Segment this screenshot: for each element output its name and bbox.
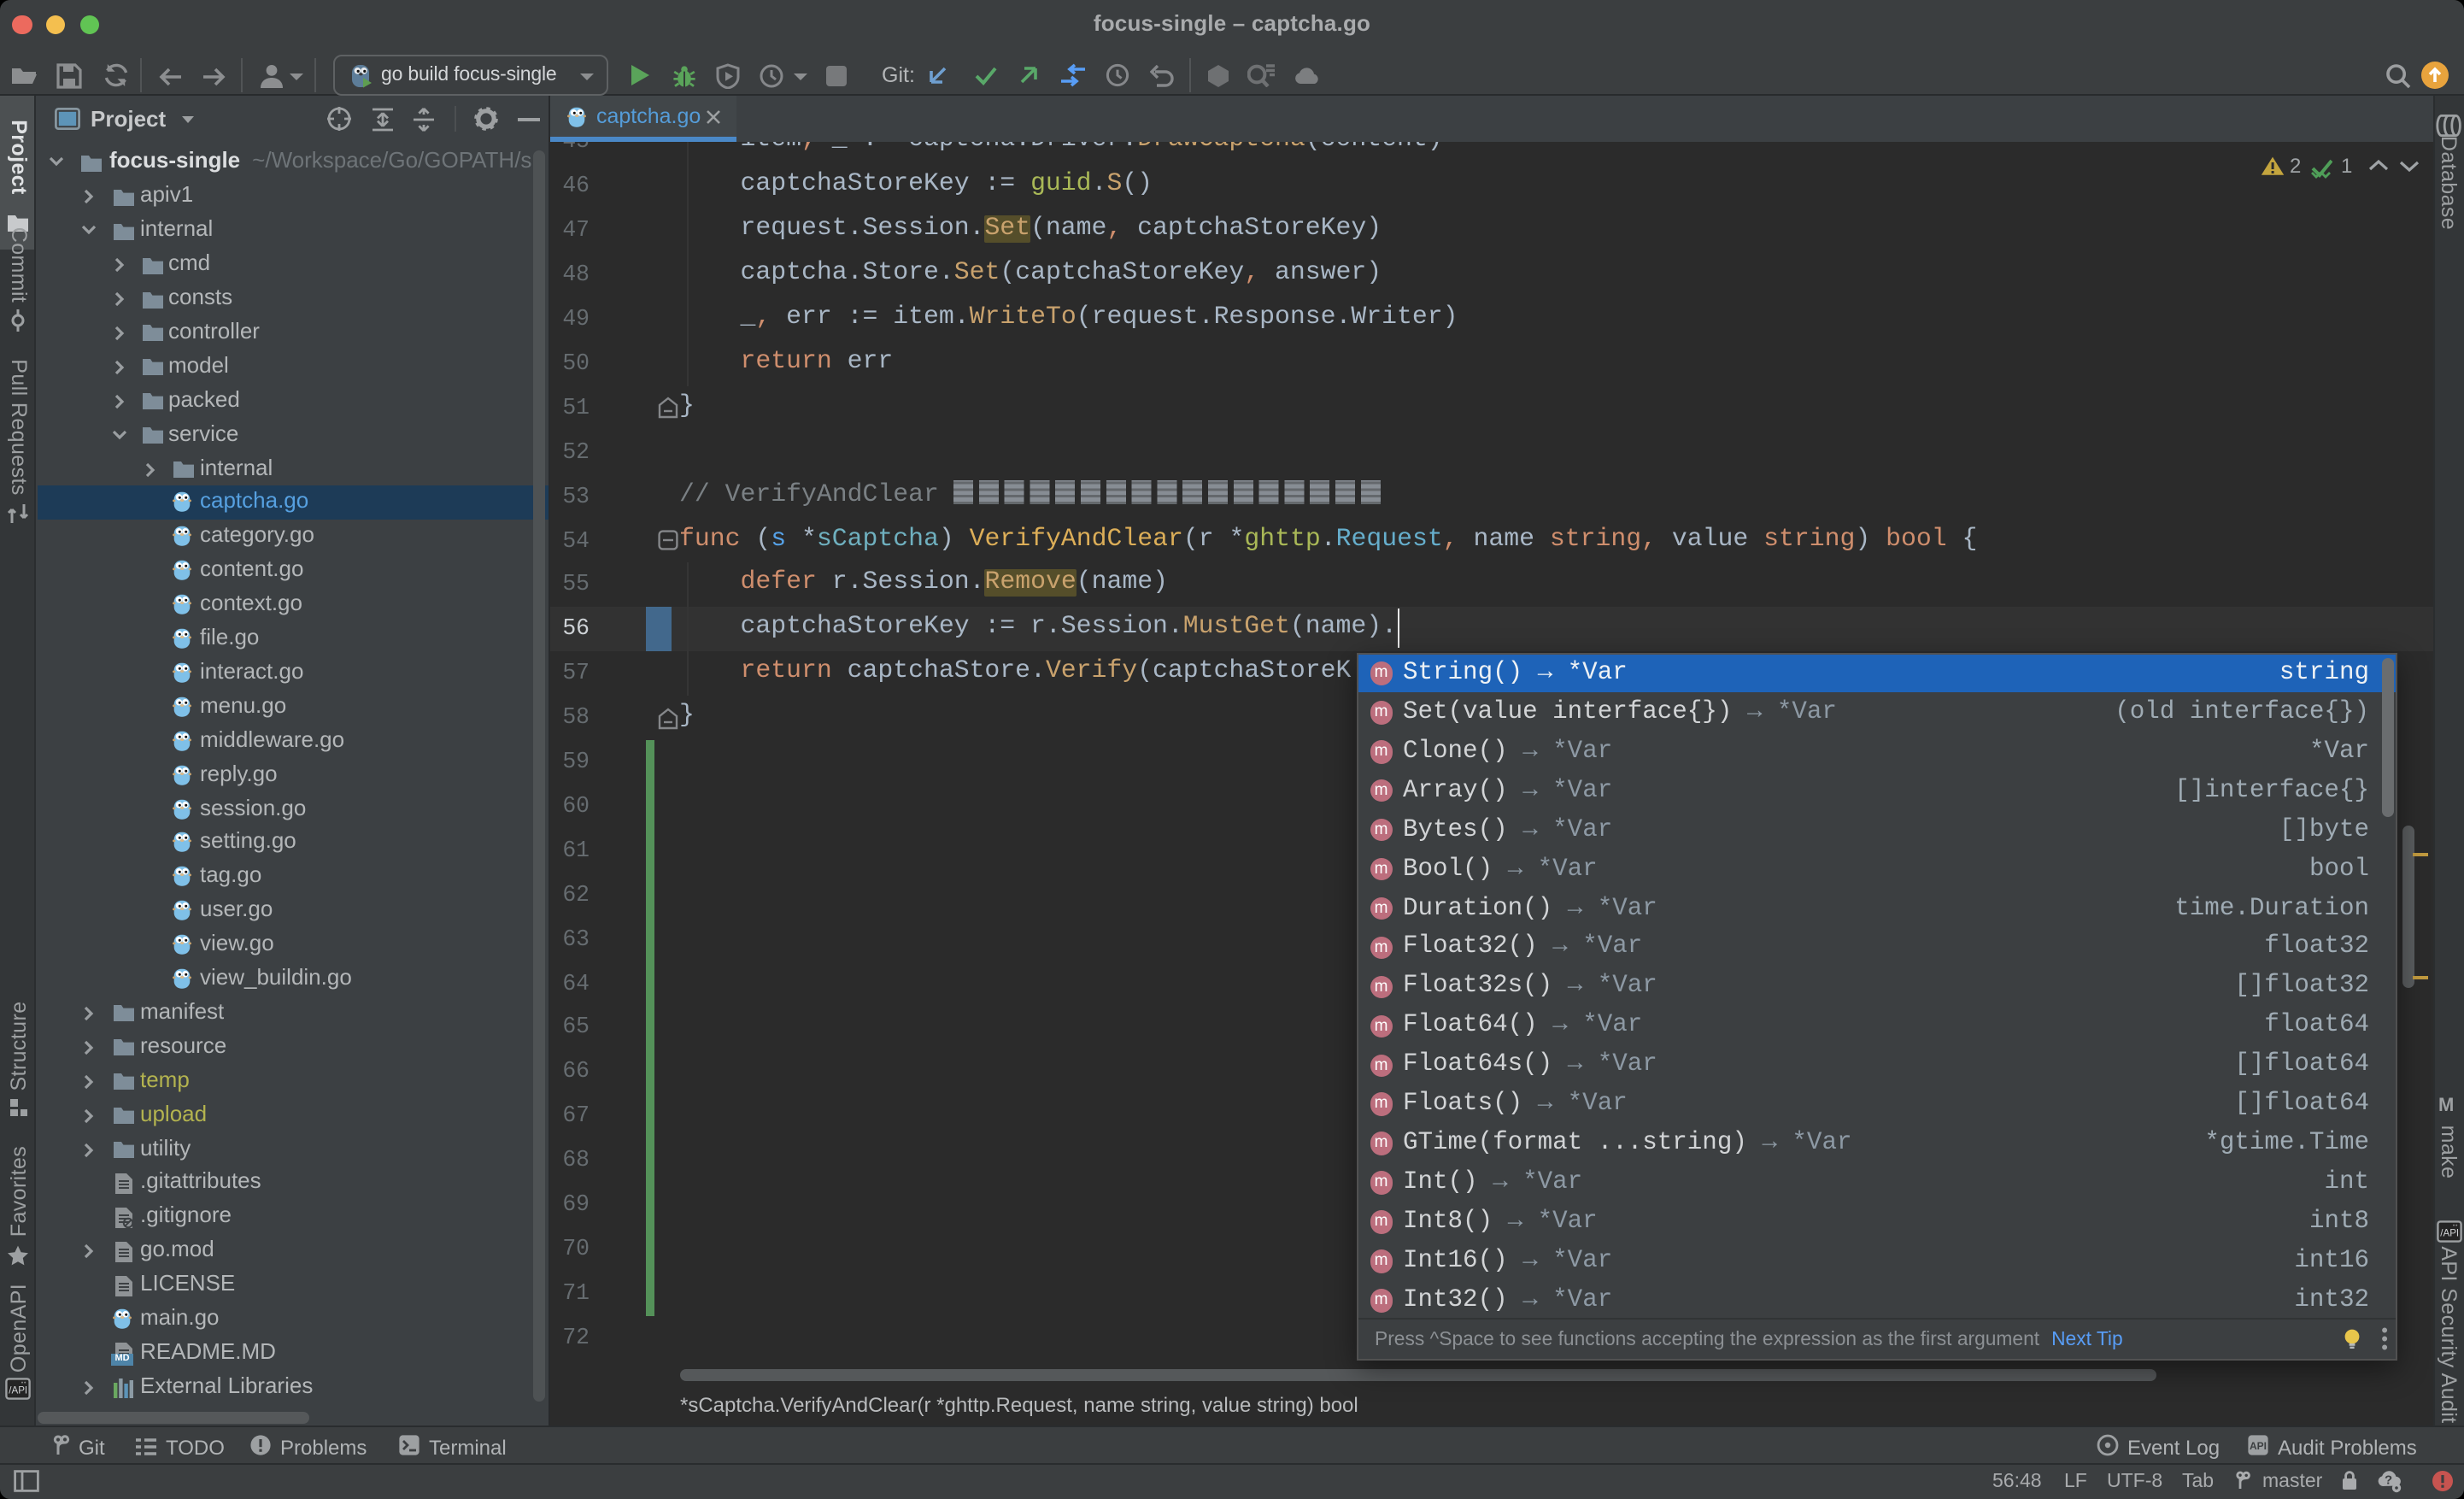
svg-text:/API: /API: [2440, 1228, 2459, 1239]
svg-text:?: ?: [2385, 1472, 2392, 1486]
svg-text:/API: /API: [9, 1385, 27, 1396]
svg-text:API: API: [2250, 1440, 2267, 1452]
